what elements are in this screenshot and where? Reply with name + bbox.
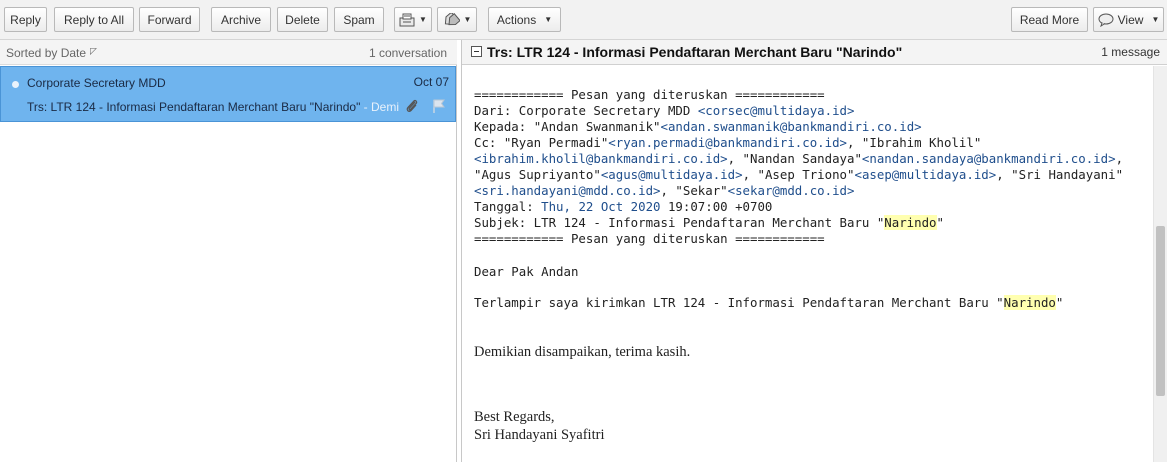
- forward-button[interactable]: Forward: [139, 7, 200, 32]
- message-subject-line: Trs: LTR 124 - Informasi Pendaftaran Mer…: [27, 100, 399, 114]
- chevron-down-icon: ▼: [463, 15, 472, 24]
- subject-label: Subjek: LTR 124 - Informasi Pendaftaran …: [474, 215, 885, 230]
- cc-email-link[interactable]: <agus@multidaya.id>: [601, 167, 743, 182]
- message-count: 1 message: [1101, 45, 1160, 59]
- subject-highlight: Narindo: [884, 215, 937, 230]
- tag-button[interactable]: ▼: [437, 7, 477, 32]
- message-list-header: Sorted by Date ◸ 1 conversation: [0, 40, 457, 65]
- from-label: Dari:: [474, 103, 519, 118]
- message-subject: Trs: LTR 124 - Informasi Pendaftaran Mer…: [27, 100, 361, 114]
- reply-all-button[interactable]: Reply to All: [54, 7, 134, 32]
- reading-pane-header: Trs: LTR 124 - Informasi Pendaftaran Mer…: [462, 40, 1167, 65]
- read-more-button[interactable]: Read More: [1011, 7, 1088, 32]
- move-to-folder-button[interactable]: ▼: [394, 7, 432, 32]
- closing-line: Demikian disampaikan, terima kasih.: [474, 344, 691, 360]
- cc-label: Cc:: [474, 135, 504, 150]
- body-highlight: Narindo: [1003, 295, 1056, 310]
- message-date: Oct 07: [413, 75, 449, 89]
- to-label: Kepada:: [474, 119, 534, 134]
- cc-name: "Ryan Permadi": [503, 135, 609, 150]
- reading-pane-scrollbar[interactable]: [1153, 66, 1167, 462]
- sort-label[interactable]: Sorted by Date: [6, 46, 86, 60]
- toolbar: Reply Reply to All Forward Archive Delet…: [0, 0, 1167, 40]
- from-line: Dari: Corporate Secretary MDD <corsec@mu…: [474, 103, 854, 119]
- cc-email-link[interactable]: <sri.handayani@mdd.co.id>: [474, 183, 661, 198]
- paperclip-icon: [405, 98, 419, 117]
- sort-direction-icon[interactable]: ◸: [90, 46, 97, 57]
- tag-icon: [443, 12, 460, 27]
- scroll-thumb[interactable]: [1156, 226, 1165, 396]
- body-line: Terlampir saya kirimkan LTR 124 - Inform…: [474, 295, 1063, 311]
- chevron-down-icon: ▼: [544, 15, 553, 24]
- mail-app: Reply Reply to All Forward Archive Delet…: [0, 0, 1167, 462]
- cc-name: , "Asep Triono": [742, 167, 855, 182]
- cc-name: , "Nandan Sandaya": [727, 151, 862, 166]
- chevron-down-icon: ▼: [419, 15, 427, 24]
- date-time: 19:07:00 +0700: [660, 199, 773, 214]
- date-line: Tanggal: Thu, 22 Oct 2020 19:07:00 +0700: [474, 199, 772, 215]
- cc-email-link[interactable]: <sekar@mdd.co.id>: [728, 183, 855, 198]
- reading-subject: Trs: LTR 124 - Informasi Pendaftaran Mer…: [487, 44, 903, 60]
- forward-separator-top: ============ Pesan yang diteruskan =====…: [474, 87, 825, 102]
- date-label: Tanggal:: [474, 199, 542, 214]
- forward-separator-bottom: ============ Pesan yang diteruskan =====…: [474, 231, 825, 246]
- speech-bubble-icon: [1098, 13, 1114, 27]
- cc-line-1: Cc: "Ryan Permadi"<ryan.permadi@bankmand…: [474, 135, 981, 151]
- spam-button[interactable]: Spam: [334, 7, 384, 32]
- unread-dot-icon[interactable]: [12, 81, 19, 88]
- actions-label: Actions: [496, 12, 537, 27]
- signature-line: Sri Handayani Syafitri: [474, 427, 605, 443]
- from-email-link[interactable]: <corsec@multidaya.id>: [698, 103, 855, 118]
- cc-name: "Agus Supriyanto": [474, 167, 601, 182]
- regards-line: Best Regards,: [474, 409, 555, 425]
- body-text: Terlampir saya kirimkan LTR 124 - Inform…: [474, 295, 1004, 310]
- cc-line-4: <sri.handayani@mdd.co.id>, "Sekar"<sekar…: [474, 183, 854, 199]
- folder-move-icon: [399, 13, 415, 27]
- archive-button[interactable]: Archive: [211, 7, 271, 32]
- conversation-count: 1 conversation: [368, 46, 447, 60]
- cc-name: , "Sri Handayani": [996, 167, 1124, 182]
- message-body: ============ Pesan yang diteruskan =====…: [462, 66, 1154, 462]
- message-list-pane: Sorted by Date ◸ 1 conversation Corporat…: [0, 40, 457, 462]
- view-button[interactable]: View ▼: [1093, 7, 1164, 32]
- actions-button[interactable]: Actions ▼: [488, 7, 561, 32]
- cc-email-link[interactable]: <asep@multidaya.id>: [854, 167, 996, 182]
- collapse-icon[interactable]: [471, 46, 482, 57]
- from-name: Corporate Secretary MDD: [518, 103, 698, 118]
- cc-email-link[interactable]: <ibrahim.kholil@bankmandiri.co.id>: [474, 151, 728, 166]
- cc-line-3: "Agus Supriyanto"<agus@multidaya.id>, "A…: [474, 167, 1123, 183]
- flag-icon[interactable]: [432, 98, 446, 117]
- cc-line-2: <ibrahim.kholil@bankmandiri.co.id>, "Nan…: [474, 151, 1123, 167]
- cc-separator: ,: [1115, 151, 1124, 166]
- to-line: Kepada: "Andan Swanmanik"<andan.swanmani…: [474, 119, 922, 135]
- subject-line: Subjek: LTR 124 - Informasi Pendaftaran …: [474, 215, 944, 231]
- to-name: "Andan Swanmanik": [533, 119, 661, 134]
- cc-name: , "Ibrahim Kholil": [847, 135, 982, 150]
- chevron-down-icon: ▼: [1151, 15, 1160, 24]
- message-list-item[interactable]: Corporate Secretary MDD Oct 07 Trs: LTR …: [0, 66, 456, 122]
- greeting: Dear Pak Andan: [474, 264, 579, 279]
- cc-name: , "Sekar": [660, 183, 728, 198]
- message-snippet: - Demikian disampaikan, terima kasih.: [363, 100, 399, 114]
- cc-email-link[interactable]: <ryan.permadi@bankmandiri.co.id>: [608, 135, 847, 150]
- cc-email-link[interactable]: <nandan.sandaya@bankmandiri.co.id>: [862, 151, 1116, 166]
- message-sender: Corporate Secretary MDD: [27, 76, 166, 90]
- reading-pane: Trs: LTR 124 - Informasi Pendaftaran Mer…: [461, 40, 1167, 462]
- delete-button[interactable]: Delete: [277, 7, 328, 32]
- to-email-link[interactable]: <andan.swanmanik@bankmandiri.co.id>: [661, 119, 922, 134]
- date-link[interactable]: Thu, 22 Oct 2020: [541, 199, 660, 214]
- body-end: ": [1055, 295, 1064, 310]
- reply-button[interactable]: Reply: [4, 7, 47, 32]
- subject-end: ": [936, 215, 944, 230]
- view-label: View: [1117, 12, 1144, 27]
